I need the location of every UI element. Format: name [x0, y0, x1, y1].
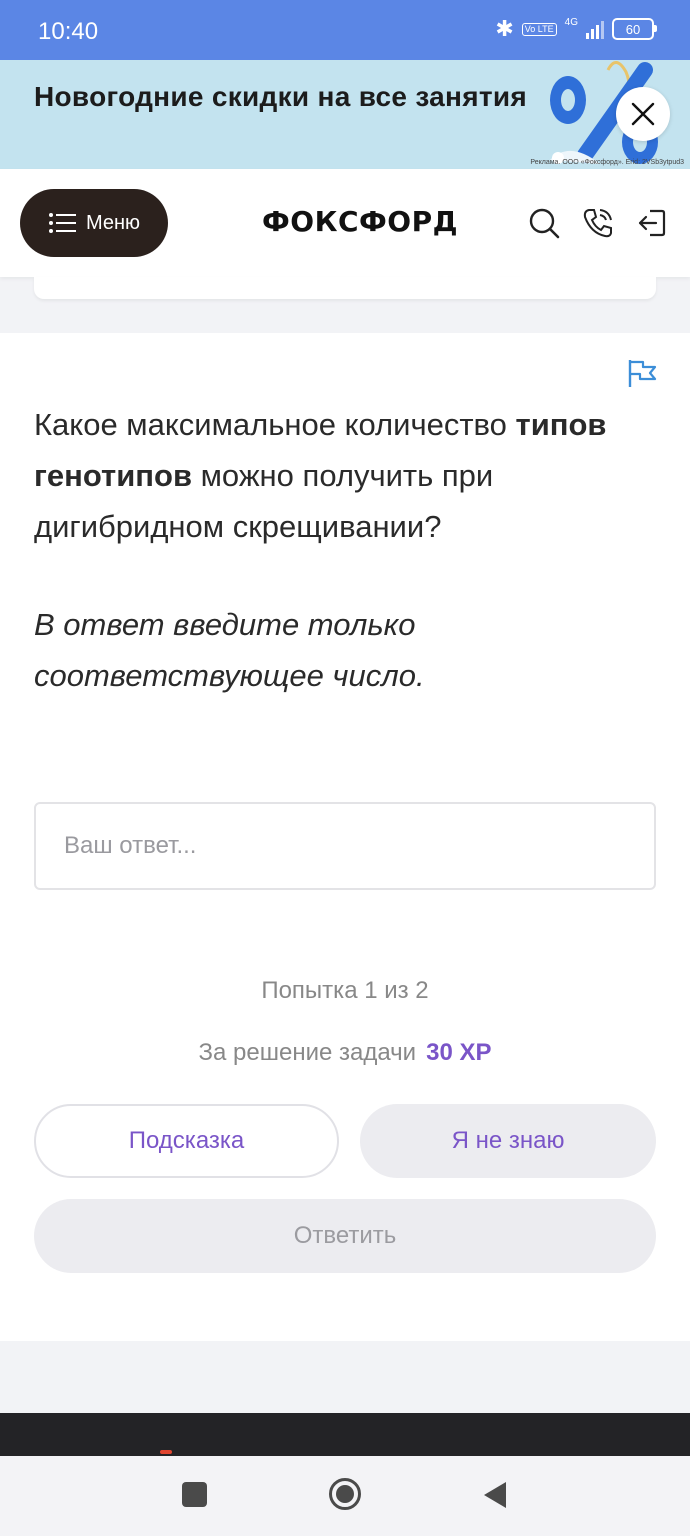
answer-instruction: В ответ введите только соответствующее ч…	[34, 607, 425, 693]
answer-input[interactable]	[34, 802, 656, 890]
reward-info: За решение задачи 30 XP	[0, 1039, 690, 1067]
network-type: 4G	[564, 17, 578, 28]
volte-badge: Vo LTE	[521, 22, 557, 36]
system-nav-bar	[0, 1456, 690, 1536]
login-icon[interactable]	[636, 207, 668, 239]
logo[interactable]: ФОКСФОРД	[262, 205, 458, 238]
previous-card-edge	[34, 277, 656, 299]
reward-xp: 30 XP	[426, 1039, 492, 1066]
recent-apps-icon[interactable]	[182, 1482, 207, 1507]
signal-icon	[586, 19, 604, 39]
back-icon[interactable]	[482, 1480, 508, 1510]
phone-icon[interactable]	[582, 207, 614, 239]
battery-icon: 60	[612, 18, 657, 40]
promo-close-button[interactable]	[616, 87, 670, 141]
status-time: 10:40	[38, 18, 99, 45]
question-part: Какое максимальное количество	[34, 407, 516, 442]
home-icon[interactable]	[328, 1477, 362, 1511]
site-header: Меню ФОКСФОРД	[0, 169, 690, 277]
reward-label: За решение задачи	[198, 1039, 417, 1066]
menu-button[interactable]: Меню	[20, 189, 168, 257]
status-bar: 10:40 ✱ Vo LTE 4G 60	[0, 0, 690, 60]
promo-banner[interactable]: Новогодние скидки на все занятия Реклама…	[0, 60, 690, 169]
dont-know-button[interactable]: Я не знаю	[360, 1104, 656, 1178]
close-icon	[631, 102, 655, 126]
report-flag-icon[interactable]	[626, 358, 658, 388]
promo-legal-note: Реклама. ООО «Фоксфорд». Erid: 2VSb3ytpu…	[530, 159, 684, 166]
hint-button[interactable]: Подсказка	[34, 1104, 339, 1178]
list-icon	[48, 213, 76, 233]
menu-label: Меню	[85, 211, 141, 234]
task-card: Какое максимальное количество типов гено…	[0, 333, 690, 1341]
question-text: Какое максимальное количество типов гено…	[34, 399, 654, 552]
status-icons: ✱ Vo LTE 4G 60	[495, 16, 657, 41]
bluetooth-icon: ✱	[495, 16, 514, 41]
search-icon[interactable]	[528, 207, 560, 239]
attempts-counter: Попытка 1 из 2	[261, 977, 429, 1004]
site-footer	[0, 1413, 690, 1456]
battery-level: 60	[625, 21, 641, 37]
promo-text: Новогодние скидки на все занятия	[34, 81, 528, 112]
submit-answer-button[interactable]: Ответить	[34, 1199, 656, 1273]
footer-accent	[160, 1450, 172, 1454]
